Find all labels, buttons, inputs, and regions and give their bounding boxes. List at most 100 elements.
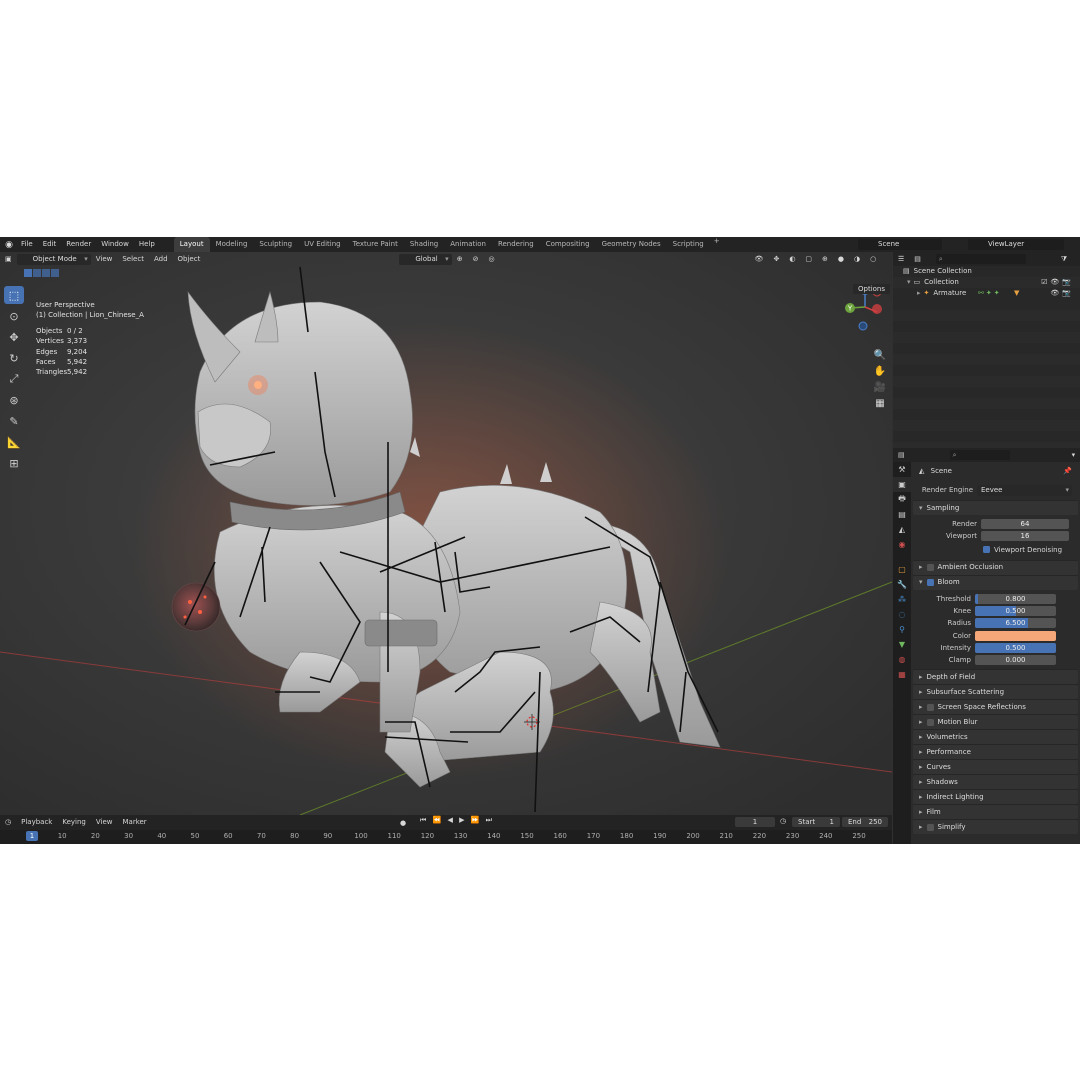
collection-visibility-icons[interactable]: ☑👁📷: [1041, 277, 1074, 288]
ambient-occlusion-checkbox[interactable]: [926, 564, 934, 572]
3d-viewport[interactable]: Z Y ▣ Object Mode View Select Add Object…: [0, 252, 892, 815]
select-mode-subtract-icon[interactable]: [42, 269, 50, 277]
tool-tab-icon[interactable]: ⚒: [893, 462, 911, 477]
visibility-icon[interactable]: 👁: [750, 252, 769, 266]
scene-selector[interactable]: Scene: [858, 239, 942, 250]
modifier-tab-icon[interactable]: 🔧: [893, 577, 911, 592]
mode-dropdown[interactable]: Object Mode: [16, 253, 91, 265]
panel-indirect-lighting[interactable]: ▸ Indirect Lighting: [913, 789, 1078, 805]
start-frame-field[interactable]: Start 1: [792, 817, 840, 827]
viewport-denoising-row[interactable]: Viewport Denoising: [913, 543, 1080, 557]
proportional-icon[interactable]: ◎: [483, 252, 499, 266]
timeline-ruler[interactable]: 1 10 20 30 40 50 60 70 80 90 100 110 120 130 140 150 16…: [0, 830, 892, 844]
timeline-editor-icon[interactable]: ◷: [0, 815, 16, 829]
outliner-editor-icon[interactable]: ☰: [893, 252, 909, 266]
armature-data-icons[interactable]: ⚯✦✦: [978, 288, 1002, 299]
cursor-tool-icon[interactable]: ⊙: [4, 307, 24, 325]
panel-volumetrics[interactable]: ▸ Volumetrics: [913, 729, 1078, 745]
transform-orientation-dropdown[interactable]: Global: [399, 253, 452, 265]
pivot-icon[interactable]: ⊕: [452, 252, 468, 266]
record-icon[interactable]: ●: [395, 816, 411, 830]
gizmo-toggle-icon[interactable]: ✥: [768, 252, 784, 266]
end-frame-field[interactable]: End 250: [842, 817, 888, 827]
object-tab-icon[interactable]: ▢: [893, 562, 911, 577]
tab-layout[interactable]: Layout: [173, 237, 210, 252]
render-samples-field[interactable]: 64: [981, 519, 1069, 530]
chevron-down-icon[interactable]: ▾: [1072, 451, 1076, 459]
menu-edit[interactable]: Edit: [38, 237, 62, 252]
scene-tab-icon[interactable]: ◭: [893, 522, 911, 537]
properties-editor[interactable]: ▤ ⌕ ▾ ⚒ ▣ 🖶 ▤ ◭ ◉ ▢ 🔧 ⁂ ◌ ⚲ ▼ ◍ ▦ ◭ Scen…: [893, 448, 1080, 844]
move-tool-icon[interactable]: ✥: [4, 328, 24, 346]
menu-file[interactable]: File: [16, 237, 38, 252]
bloom-radius-slider[interactable]: 6.500: [975, 618, 1056, 629]
constraints-tab-icon[interactable]: ⚲: [893, 622, 911, 637]
select-mode-new-icon[interactable]: [24, 269, 32, 277]
expand-arrow-icon[interactable]: ▸: [917, 288, 921, 299]
playhead[interactable]: 1: [26, 831, 38, 841]
material-tab-icon[interactable]: ◍: [893, 652, 911, 667]
transform-tool-icon[interactable]: ⊛: [4, 391, 24, 409]
grid-icon[interactable]: ▦: [873, 395, 887, 411]
menu-select[interactable]: Select: [117, 252, 149, 266]
tab-geometry-nodes[interactable]: Geometry Nodes: [596, 237, 667, 252]
display-mode-icon[interactable]: ▤: [909, 252, 926, 266]
viewport-denoising-checkbox[interactable]: [983, 546, 990, 554]
tab-shading[interactable]: Shading: [404, 237, 444, 252]
shading-solid-icon[interactable]: ●: [833, 252, 849, 266]
gizmo-x-neg[interactable]: [872, 304, 882, 314]
shading-render-icon[interactable]: ○: [865, 252, 881, 266]
outliner-row-scene-collection[interactable]: ▤ Scene Collection: [893, 266, 1080, 277]
shading-wire-icon[interactable]: ⊕: [817, 252, 833, 266]
tab-compositing[interactable]: Compositing: [540, 237, 596, 252]
editor-type-icon[interactable]: ▣: [0, 252, 17, 266]
motion-blur-checkbox[interactable]: [926, 718, 934, 726]
render-engine-dropdown[interactable]: Eevee ▾: [977, 484, 1072, 496]
annotate-tool-icon[interactable]: ✎: [4, 412, 24, 430]
view-layer-tab-icon[interactable]: ▤: [893, 507, 911, 522]
gizmo-z-neg[interactable]: [858, 321, 868, 331]
armature-visibility-icons[interactable]: 👁📷: [1050, 288, 1074, 299]
playback-controls[interactable]: ⏮ ⏪ ◀ ▶ ⏩ ⏭: [420, 816, 494, 825]
menu-playback[interactable]: Playback: [16, 815, 57, 829]
menu-view[interactable]: View: [91, 252, 118, 266]
physics-tab-icon[interactable]: ◌: [893, 607, 911, 622]
output-tab-icon[interactable]: 🖶: [893, 492, 911, 507]
menu-timeline-view[interactable]: View: [91, 815, 118, 829]
panel-bloom[interactable]: ▾ Bloom: [913, 574, 1078, 590]
pin-icon[interactable]: 📌: [1063, 462, 1072, 480]
scale-tool-icon[interactable]: ⤢: [4, 370, 24, 388]
texture-tab-icon[interactable]: ▦: [893, 667, 911, 682]
tab-scripting[interactable]: Scripting: [667, 237, 710, 252]
menu-marker[interactable]: Marker: [117, 815, 151, 829]
measure-tool-icon[interactable]: 📐: [4, 433, 24, 451]
particles-tab-icon[interactable]: ⁂: [893, 592, 911, 607]
pan-hand-icon[interactable]: ✋: [873, 363, 887, 379]
render-tab-icon[interactable]: ▣: [893, 477, 911, 492]
bloom-threshold-slider[interactable]: 0.800: [975, 593, 1056, 604]
bloom-checkbox[interactable]: [926, 579, 934, 587]
panel-performance[interactable]: ▸ Performance: [913, 744, 1078, 760]
panel-shadows[interactable]: ▸ Shadows: [913, 774, 1078, 790]
add-workspace-button[interactable]: +: [710, 237, 724, 252]
panel-depth-of-field[interactable]: ▸ Depth of Field: [913, 669, 1078, 685]
panel-screen-space-reflections[interactable]: ▸ Screen Space Reflections: [913, 699, 1078, 715]
view-layer-selector[interactable]: ViewLayer: [968, 239, 1064, 250]
current-frame-field[interactable]: 1: [735, 817, 775, 827]
tab-uv-editing[interactable]: UV Editing: [298, 237, 347, 252]
outliner-search-input[interactable]: ⌕: [935, 254, 1026, 264]
filter-icon[interactable]: ⧩: [1056, 252, 1072, 266]
panel-subsurface-scattering[interactable]: ▸ Subsurface Scattering: [913, 684, 1078, 700]
panel-ambient-occlusion[interactable]: ▸ Ambient Occlusion: [913, 559, 1078, 575]
outliner-row-armature[interactable]: ▸ ✦ Armature ⚯✦✦ ▼ 👁📷: [893, 288, 1080, 299]
menu-render[interactable]: Render: [61, 237, 96, 252]
overlay-toggle-icon[interactable]: ◐: [784, 252, 800, 266]
blender-logo-icon[interactable]: ◉: [2, 237, 16, 252]
select-mode-extend-icon[interactable]: [33, 269, 41, 277]
tab-sculpting[interactable]: Sculpting: [253, 237, 298, 252]
camera-icon[interactable]: 🎥: [873, 379, 887, 395]
panel-sampling[interactable]: ▾ Sampling: [913, 500, 1078, 515]
bloom-intensity-slider[interactable]: 0.500: [975, 642, 1056, 653]
ssr-checkbox[interactable]: [926, 703, 934, 711]
shading-material-icon[interactable]: ◑: [849, 252, 865, 266]
